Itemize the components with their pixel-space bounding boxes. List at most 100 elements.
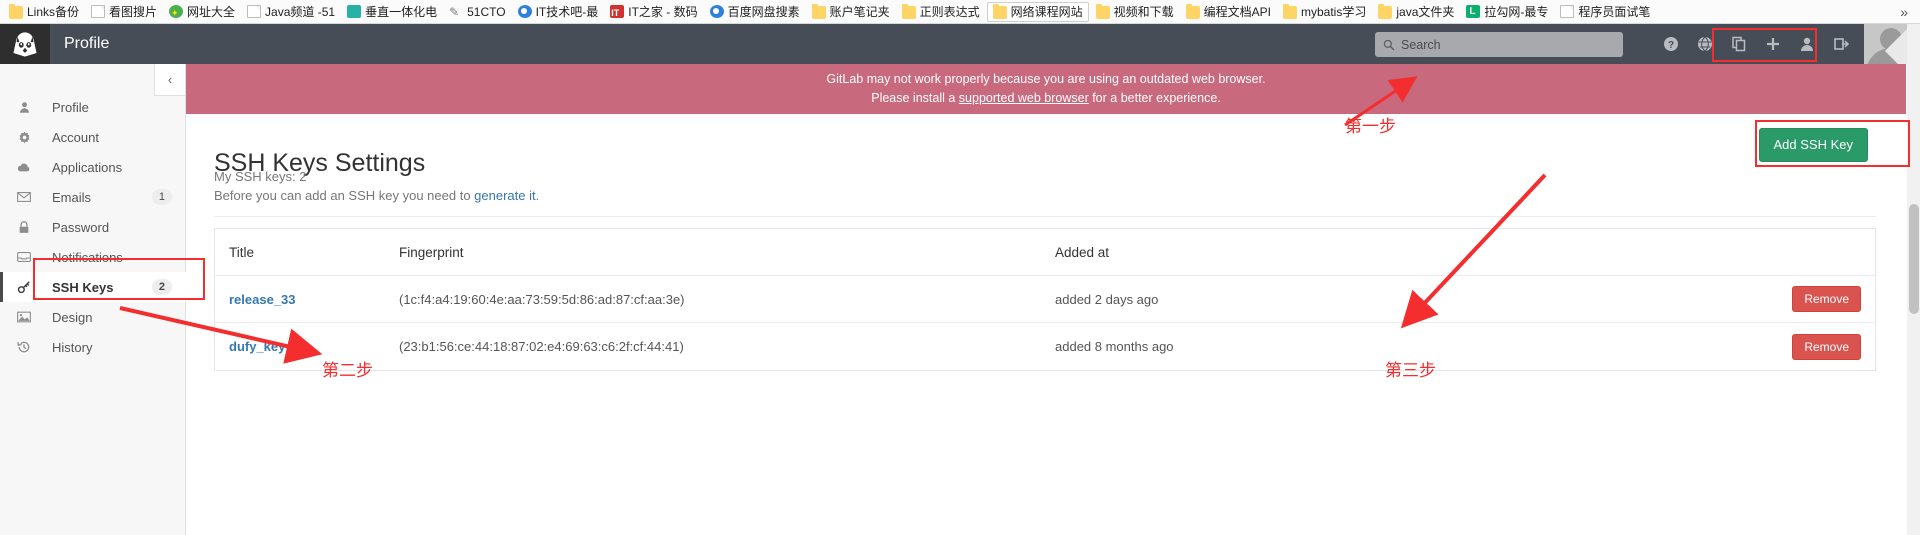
annotation-label-step2: 第二步 <box>322 361 373 381</box>
bookmark-item[interactable]: 账户笔记夹 <box>807 2 895 22</box>
copy-icon[interactable] <box>1722 24 1756 64</box>
app-header: Profile Search ? <box>0 24 1920 64</box>
cloud-icon <box>14 161 34 174</box>
generate-hint: Before you can add an SSH key you need t… <box>214 188 539 203</box>
sidebar-item-account[interactable]: Account <box>0 122 186 152</box>
warning-line-2: Please install a supported web browser f… <box>186 89 1906 108</box>
bookmark-label: 拉勾网-最专 <box>1484 4 1549 19</box>
column-header-fingerprint: Fingerprint <box>399 244 464 260</box>
bookmark-label: 网址大全 <box>187 4 236 19</box>
key-fingerprint-cell: (23:b1:56:ce:44:18:87:02:e4:69:63:c6:2f:… <box>399 339 684 354</box>
lock-icon <box>14 220 34 234</box>
bookmark-item[interactable]: IT之家 - 数码 <box>605 2 702 23</box>
page-icon <box>1560 5 1575 18</box>
screenshot-root: Links备份 看图搜片 网址大全 Java频道 -51 垂直一体化电 51CT… <box>0 0 1920 535</box>
pen-icon <box>449 2 463 22</box>
sidebar-item-emails[interactable]: Emails 1 <box>0 182 186 212</box>
header-icon-group: ? <box>1654 24 1858 64</box>
bookmark-item[interactable]: 垂直一体化电 <box>342 2 442 22</box>
bookmark-item[interactable]: 百度网盘搜素 <box>705 2 805 22</box>
sidebar-item-notifications[interactable]: Notifications <box>0 242 186 272</box>
table-header-row: Title Fingerprint Added at <box>215 229 1875 276</box>
ssh-key-link[interactable]: dufy_key <box>229 339 285 354</box>
bookmarks-overflow-button[interactable]: » <box>1892 4 1916 20</box>
sidebar-item-design[interactable]: Design <box>0 302 186 332</box>
generate-it-link[interactable]: generate it <box>474 188 535 203</box>
sidebar-item-label: History <box>52 339 93 355</box>
sidebar-item-label: SSH Keys <box>52 279 114 295</box>
bookmark-label: 账户笔记夹 <box>829 4 890 19</box>
key-actions-cell: Remove <box>1570 286 1875 312</box>
key-added-at-cell: added 8 months ago <box>1055 339 1174 354</box>
key-added-at-cell: added 2 days ago <box>1055 291 1159 307</box>
main-content: GitLab may not work properly because you… <box>186 64 1906 535</box>
bookmark-label: mybatis学习 <box>1301 4 1367 19</box>
table-row: dufy_key (23:b1:56:ce:44:18:87:02:e4:69:… <box>215 323 1875 370</box>
page-title-header: Profile <box>64 35 110 52</box>
green-circle-icon <box>169 3 184 23</box>
supported-browser-link[interactable]: supported web browser <box>959 91 1089 105</box>
column-header-title: Title <box>229 244 255 260</box>
scrollbar-thumb[interactable] <box>1909 204 1919 314</box>
user-icon[interactable] <box>1790 24 1824 64</box>
bookmark-label: java文件夹 <box>1396 4 1455 19</box>
annotation-label-step3: 第三步 <box>1385 361 1436 381</box>
sidebar-nav: Profile Account Applications Emails 1 Pa… <box>0 92 186 362</box>
ssh-key-link[interactable]: release_33 <box>229 292 296 307</box>
bookmark-item[interactable]: mybatis学习 <box>1278 2 1371 22</box>
chevron-left-icon: ‹ <box>167 72 173 87</box>
bookmark-item[interactable]: 看图搜片 <box>86 2 162 22</box>
page-icon <box>247 5 262 18</box>
remove-key-button[interactable]: Remove <box>1792 333 1861 360</box>
sidebar-item-applications[interactable]: Applications <box>0 152 186 182</box>
search-box[interactable]: Search <box>1375 32 1623 57</box>
bookmark-item[interactable]: 编程文档API <box>1181 2 1276 22</box>
blue-circle-icon <box>517 5 532 18</box>
signout-icon[interactable] <box>1824 24 1858 64</box>
globe-icon[interactable] <box>1688 24 1722 64</box>
sidebar-item-password[interactable]: Password <box>0 212 186 242</box>
bookmark-item[interactable]: 拉勾网-最专 <box>1461 2 1553 22</box>
history-icon <box>14 340 34 354</box>
plus-icon[interactable] <box>1756 24 1790 64</box>
sidebar-item-ssh-keys[interactable]: SSH Keys 2 <box>0 272 186 302</box>
add-ssh-key-button[interactable]: Add SSH Key <box>1758 128 1868 162</box>
bookmark-label: 看图搜片 <box>109 4 158 19</box>
teal-icon <box>347 5 362 18</box>
ssh-keys-table: Title Fingerprint Added at release_33 (1… <box>214 228 1876 371</box>
bookmark-item[interactable]: 网址大全 <box>164 2 240 23</box>
gitlab-fox-logo[interactable] <box>0 24 50 64</box>
bookmark-item[interactable]: 视频和下载 <box>1091 2 1179 22</box>
key-actions-cell: Remove <box>1570 333 1875 360</box>
bookmark-item[interactable]: Links备份 <box>4 2 84 22</box>
key-icon <box>14 280 34 294</box>
bookmark-label: 百度网盘搜素 <box>727 4 800 19</box>
sidebar-item-count: 2 <box>151 279 172 295</box>
key-title-cell: dufy_key <box>215 339 399 354</box>
sidebar-item-label: Notifications <box>52 249 123 265</box>
page-scrollbar[interactable] <box>1907 24 1920 535</box>
folder-icon <box>9 3 23 19</box>
generate-hint-before: Before you can add an SSH key you need t… <box>214 188 475 203</box>
sidebar-item-profile[interactable]: Profile <box>0 92 186 122</box>
bookmark-item[interactable]: IT技术吧-最 <box>513 2 604 22</box>
folder-icon <box>1185 3 1200 19</box>
bookmark-label: 正则表达式 <box>919 4 980 19</box>
bookmark-item[interactable]: 正则表达式 <box>897 2 985 22</box>
table-row: release_33 (1c:f4:a4:19:60:4e:aa:73:59:5… <box>215 276 1875 323</box>
bookmark-item[interactable]: java文件夹 <box>1373 2 1459 22</box>
bookmark-label: 网络课程网站 <box>1010 4 1083 19</box>
envelope-icon <box>14 191 34 203</box>
key-title-cell: release_33 <box>215 292 399 307</box>
bookmark-item-active[interactable]: 网络课程网站 <box>986 1 1089 22</box>
bookmark-item[interactable]: Java频道 -51 <box>242 2 340 22</box>
bookmark-label: Links备份 <box>27 4 80 19</box>
sidebar-item-history[interactable]: History <box>0 332 186 362</box>
gear-icon <box>14 131 34 144</box>
bookmark-label: 视频和下载 <box>1113 4 1174 19</box>
remove-key-button[interactable]: Remove <box>1792 286 1861 312</box>
bookmark-item[interactable]: 51CTO <box>444 2 510 22</box>
bookmark-item[interactable]: 程序员面试笔 <box>1555 2 1655 22</box>
help-icon[interactable]: ? <box>1654 24 1688 64</box>
warning-text-after: for a better experience. <box>1088 91 1221 105</box>
